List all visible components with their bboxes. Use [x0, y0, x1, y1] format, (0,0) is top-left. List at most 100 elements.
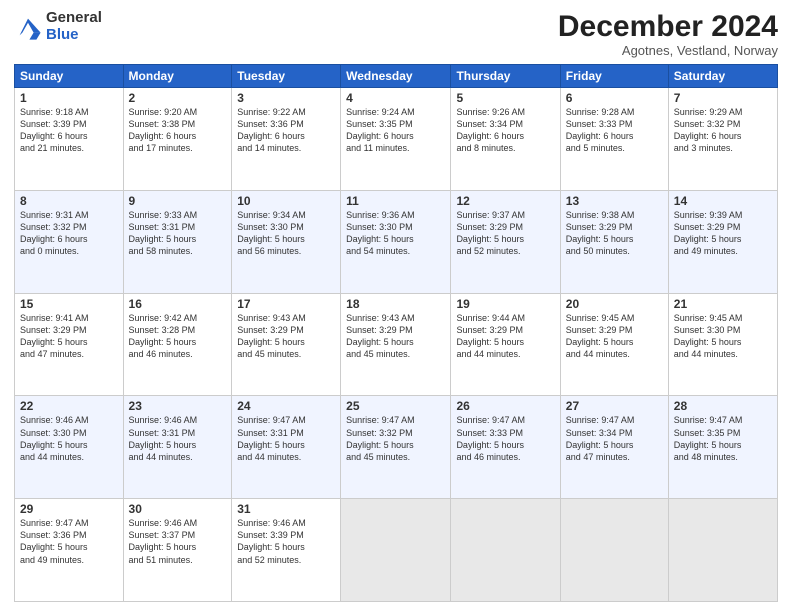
day-number: 31 — [237, 502, 335, 516]
week-row-1: 1Sunrise: 9:18 AM Sunset: 3:39 PM Daylig… — [15, 88, 778, 191]
calendar-cell: 27Sunrise: 9:47 AM Sunset: 3:34 PM Dayli… — [560, 396, 668, 499]
day-number: 7 — [674, 91, 772, 105]
day-number: 25 — [346, 399, 445, 413]
calendar-cell: 14Sunrise: 9:39 AM Sunset: 3:29 PM Dayli… — [668, 190, 777, 293]
calendar-cell: 8Sunrise: 9:31 AM Sunset: 3:32 PM Daylig… — [15, 190, 124, 293]
day-detail: Sunrise: 9:39 AM Sunset: 3:29 PM Dayligh… — [674, 209, 772, 258]
day-number: 6 — [566, 91, 663, 105]
day-detail: Sunrise: 9:46 AM Sunset: 3:30 PM Dayligh… — [20, 414, 118, 463]
day-number: 10 — [237, 194, 335, 208]
day-number: 11 — [346, 194, 445, 208]
weekday-header-monday: Monday — [123, 65, 232, 88]
day-number: 30 — [129, 502, 227, 516]
weekday-header-saturday: Saturday — [668, 65, 777, 88]
day-number: 3 — [237, 91, 335, 105]
calendar-cell: 21Sunrise: 9:45 AM Sunset: 3:30 PM Dayli… — [668, 293, 777, 396]
weekday-header-sunday: Sunday — [15, 65, 124, 88]
day-detail: Sunrise: 9:37 AM Sunset: 3:29 PM Dayligh… — [456, 209, 554, 258]
calendar-cell: 4Sunrise: 9:24 AM Sunset: 3:35 PM Daylig… — [341, 88, 451, 191]
location-subtitle: Agotnes, Vestland, Norway — [558, 43, 778, 58]
calendar-cell: 9Sunrise: 9:33 AM Sunset: 3:31 PM Daylig… — [123, 190, 232, 293]
weekday-row: SundayMondayTuesdayWednesdayThursdayFrid… — [15, 65, 778, 88]
day-number: 26 — [456, 399, 554, 413]
calendar-cell: 12Sunrise: 9:37 AM Sunset: 3:29 PM Dayli… — [451, 190, 560, 293]
day-detail: Sunrise: 9:47 AM Sunset: 3:32 PM Dayligh… — [346, 414, 445, 463]
day-number: 2 — [129, 91, 227, 105]
logo-text: General Blue — [46, 10, 102, 43]
day-detail: Sunrise: 9:47 AM Sunset: 3:31 PM Dayligh… — [237, 414, 335, 463]
calendar-header: SundayMondayTuesdayWednesdayThursdayFrid… — [15, 65, 778, 88]
calendar-cell — [560, 499, 668, 602]
day-number: 5 — [456, 91, 554, 105]
logo: General Blue — [14, 10, 102, 43]
day-number: 23 — [129, 399, 227, 413]
day-detail: Sunrise: 9:46 AM Sunset: 3:31 PM Dayligh… — [129, 414, 227, 463]
day-number: 4 — [346, 91, 445, 105]
calendar-cell: 7Sunrise: 9:29 AM Sunset: 3:32 PM Daylig… — [668, 88, 777, 191]
week-row-2: 8Sunrise: 9:31 AM Sunset: 3:32 PM Daylig… — [15, 190, 778, 293]
day-detail: Sunrise: 9:42 AM Sunset: 3:28 PM Dayligh… — [129, 312, 227, 361]
calendar-cell: 31Sunrise: 9:46 AM Sunset: 3:39 PM Dayli… — [232, 499, 341, 602]
calendar-cell: 19Sunrise: 9:44 AM Sunset: 3:29 PM Dayli… — [451, 293, 560, 396]
calendar-cell: 20Sunrise: 9:45 AM Sunset: 3:29 PM Dayli… — [560, 293, 668, 396]
day-number: 27 — [566, 399, 663, 413]
day-number: 17 — [237, 297, 335, 311]
day-number: 15 — [20, 297, 118, 311]
day-detail: Sunrise: 9:47 AM Sunset: 3:34 PM Dayligh… — [566, 414, 663, 463]
day-detail: Sunrise: 9:41 AM Sunset: 3:29 PM Dayligh… — [20, 312, 118, 361]
day-number: 22 — [20, 399, 118, 413]
calendar-cell — [668, 499, 777, 602]
calendar-cell: 30Sunrise: 9:46 AM Sunset: 3:37 PM Dayli… — [123, 499, 232, 602]
day-number: 24 — [237, 399, 335, 413]
calendar-cell: 1Sunrise: 9:18 AM Sunset: 3:39 PM Daylig… — [15, 88, 124, 191]
day-detail: Sunrise: 9:45 AM Sunset: 3:30 PM Dayligh… — [674, 312, 772, 361]
calendar-cell: 25Sunrise: 9:47 AM Sunset: 3:32 PM Dayli… — [341, 396, 451, 499]
calendar-body: 1Sunrise: 9:18 AM Sunset: 3:39 PM Daylig… — [15, 88, 778, 602]
calendar-cell: 18Sunrise: 9:43 AM Sunset: 3:29 PM Dayli… — [341, 293, 451, 396]
week-row-3: 15Sunrise: 9:41 AM Sunset: 3:29 PM Dayli… — [15, 293, 778, 396]
month-title: December 2024 — [558, 10, 778, 43]
day-detail: Sunrise: 9:46 AM Sunset: 3:39 PM Dayligh… — [237, 517, 335, 566]
day-detail: Sunrise: 9:43 AM Sunset: 3:29 PM Dayligh… — [237, 312, 335, 361]
day-detail: Sunrise: 9:46 AM Sunset: 3:37 PM Dayligh… — [129, 517, 227, 566]
day-detail: Sunrise: 9:47 AM Sunset: 3:33 PM Dayligh… — [456, 414, 554, 463]
calendar-cell: 22Sunrise: 9:46 AM Sunset: 3:30 PM Dayli… — [15, 396, 124, 499]
day-detail: Sunrise: 9:18 AM Sunset: 3:39 PM Dayligh… — [20, 106, 118, 155]
day-number: 21 — [674, 297, 772, 311]
weekday-header-wednesday: Wednesday — [341, 65, 451, 88]
weekday-header-thursday: Thursday — [451, 65, 560, 88]
day-detail: Sunrise: 9:45 AM Sunset: 3:29 PM Dayligh… — [566, 312, 663, 361]
day-number: 28 — [674, 399, 772, 413]
day-detail: Sunrise: 9:36 AM Sunset: 3:30 PM Dayligh… — [346, 209, 445, 258]
calendar-cell: 3Sunrise: 9:22 AM Sunset: 3:36 PM Daylig… — [232, 88, 341, 191]
day-detail: Sunrise: 9:33 AM Sunset: 3:31 PM Dayligh… — [129, 209, 227, 258]
calendar-cell — [341, 499, 451, 602]
day-number: 1 — [20, 91, 118, 105]
day-detail: Sunrise: 9:47 AM Sunset: 3:36 PM Dayligh… — [20, 517, 118, 566]
day-number: 8 — [20, 194, 118, 208]
day-detail: Sunrise: 9:31 AM Sunset: 3:32 PM Dayligh… — [20, 209, 118, 258]
weekday-header-friday: Friday — [560, 65, 668, 88]
calendar-table: SundayMondayTuesdayWednesdayThursdayFrid… — [14, 64, 778, 602]
day-number: 19 — [456, 297, 554, 311]
day-number: 18 — [346, 297, 445, 311]
day-detail: Sunrise: 9:26 AM Sunset: 3:34 PM Dayligh… — [456, 106, 554, 155]
logo-icon — [14, 13, 42, 41]
logo-blue: Blue — [46, 27, 102, 44]
day-detail: Sunrise: 9:47 AM Sunset: 3:35 PM Dayligh… — [674, 414, 772, 463]
calendar-cell: 15Sunrise: 9:41 AM Sunset: 3:29 PM Dayli… — [15, 293, 124, 396]
calendar-cell: 11Sunrise: 9:36 AM Sunset: 3:30 PM Dayli… — [341, 190, 451, 293]
calendar-cell: 29Sunrise: 9:47 AM Sunset: 3:36 PM Dayli… — [15, 499, 124, 602]
calendar-cell: 28Sunrise: 9:47 AM Sunset: 3:35 PM Dayli… — [668, 396, 777, 499]
day-detail: Sunrise: 9:44 AM Sunset: 3:29 PM Dayligh… — [456, 312, 554, 361]
day-detail: Sunrise: 9:34 AM Sunset: 3:30 PM Dayligh… — [237, 209, 335, 258]
day-number: 29 — [20, 502, 118, 516]
calendar-cell: 5Sunrise: 9:26 AM Sunset: 3:34 PM Daylig… — [451, 88, 560, 191]
week-row-4: 22Sunrise: 9:46 AM Sunset: 3:30 PM Dayli… — [15, 396, 778, 499]
header: General Blue December 2024 Agotnes, Vest… — [14, 10, 778, 58]
weekday-header-tuesday: Tuesday — [232, 65, 341, 88]
calendar-cell: 6Sunrise: 9:28 AM Sunset: 3:33 PM Daylig… — [560, 88, 668, 191]
day-detail: Sunrise: 9:22 AM Sunset: 3:36 PM Dayligh… — [237, 106, 335, 155]
title-block: December 2024 Agotnes, Vestland, Norway — [558, 10, 778, 58]
day-detail: Sunrise: 9:20 AM Sunset: 3:38 PM Dayligh… — [129, 106, 227, 155]
